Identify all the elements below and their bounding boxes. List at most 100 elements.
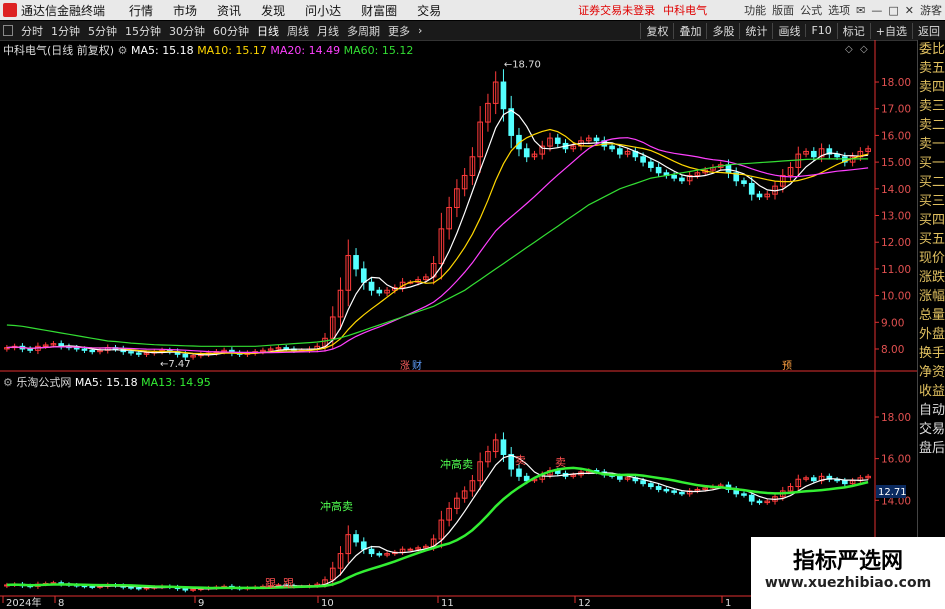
x-tick-label-2: 9 [198, 598, 204, 609]
candle-body-1-48 [376, 553, 383, 556]
side-label-3: 卖三 [918, 99, 945, 114]
side-label-4: 卖二 [918, 118, 945, 133]
side-label-2: 卖四 [918, 80, 945, 95]
signal-label-3: 卖 [555, 456, 566, 469]
candle-body-1-82 [640, 480, 646, 485]
y-tick-label-0-2: 10.00 [881, 291, 911, 303]
marker-yu: 预 [782, 360, 792, 372]
x-tick-label-6: 1 [725, 598, 731, 609]
ma20-line [6, 137, 869, 354]
peak-annotation: ←18.70 [504, 59, 541, 70]
candle-body-0-3 [27, 348, 33, 351]
signal-label-5: 跟 [283, 577, 294, 590]
candle-body-0-48 [376, 289, 383, 294]
side-label-15: 外盘 [918, 327, 945, 342]
side-label-17: 净资 [918, 365, 945, 380]
candle-body-1-47 [368, 548, 375, 555]
candle-body-0-96 [748, 182, 755, 195]
y-tick-label-0-6: 14.00 [881, 184, 911, 196]
candle-body-1-16 [128, 586, 134, 589]
side-label-7: 买二 [918, 175, 945, 190]
signal-label-0: 冲高卖 [320, 499, 353, 513]
price-label-value: 12.71 [878, 487, 907, 498]
candle-body-1-45 [353, 534, 359, 543]
candle-body-1-96 [748, 494, 755, 502]
y-tick-label-0-1: 9.00 [881, 317, 904, 329]
y-tick-label-0-9: 17.00 [881, 104, 911, 116]
y-tick-label-1-3: 18.00 [881, 412, 911, 424]
candle-body-0-46 [360, 268, 367, 283]
marker-zhang: 涨 [400, 360, 410, 372]
candle-body-0-93 [725, 164, 732, 174]
candle-body-1-24 [190, 588, 196, 591]
candle-body-0-82 [640, 156, 646, 163]
candle-body-0-87 [679, 177, 685, 182]
candle-body-0-67 [523, 148, 530, 158]
candle-body-0-10 [81, 348, 88, 351]
candle-body-1-84 [655, 486, 662, 490]
side-label-21: 盘后 [918, 441, 945, 456]
watermark-title: 指标严选网 [792, 549, 903, 574]
candle-body-0-11 [89, 349, 96, 353]
candle-body-0-104 [810, 150, 817, 158]
side-label-6: 买一 [918, 156, 945, 171]
candle-body-1-11 [89, 585, 96, 588]
ma5-line [6, 109, 869, 356]
candle-body-0-95 [741, 180, 747, 184]
candle-body-0-71 [554, 137, 561, 144]
ma10-line [6, 128, 869, 355]
diamond-icon-1: ◇ [845, 44, 853, 55]
candle-body-0-79 [617, 148, 623, 155]
side-label-16: 换手 [918, 346, 945, 361]
sub-ma5-line [6, 454, 869, 590]
candle-body-1-108 [842, 480, 848, 485]
candle-body-1-85 [663, 488, 670, 492]
candle-body-1-52 [407, 548, 414, 551]
diamond-icon-2: ◇ [860, 44, 868, 55]
candle-body-0-17 [135, 352, 142, 355]
side-label-19: 自动 [918, 403, 945, 418]
guest-label[interactable]: 游客 [920, 2, 942, 18]
side-label-5: 卖一 [918, 137, 945, 152]
quote-side-panel: 委比 卖五 卖四 卖三 卖二 卖一 买一 买二 买三 买四 买五 现价 涨跌 涨幅 总量 外盘 换手 净资 收益 自动… [917, 40, 945, 609]
candle-body-0-83 [648, 161, 654, 168]
y-tick-label-0-3: 11.00 [881, 264, 911, 276]
candle-body-1-23 [182, 588, 189, 591]
side-label-10: 买五 [918, 232, 945, 247]
candle-body-0-45 [353, 255, 359, 270]
candle-body-1-95 [741, 493, 747, 496]
sub-ma13-line [6, 466, 869, 590]
chart-canvas[interactable]: 8.00 9.00 10.00 11.00 12.00 13.00 14.00 15.00 16… [0, 0, 917, 609]
side-label-1: 卖五 [918, 61, 945, 76]
candle-body-1-17 [135, 587, 142, 590]
candle-body-1-87 [679, 491, 685, 495]
candle-body-1-64 [500, 439, 507, 455]
y-tick-label-0-10: 18.00 [881, 77, 911, 89]
candle-body-0-23 [182, 353, 189, 358]
candle-body-1-97 [756, 500, 763, 504]
y-tick-label-0-5: 13.00 [881, 211, 911, 223]
candle-body-0-76 [593, 137, 600, 142]
x-tick-label-1: 8 [58, 598, 64, 609]
candle-body-0-65 [508, 108, 515, 136]
candle-body-1-86 [671, 490, 677, 493]
candle-body-0-97 [756, 193, 763, 198]
candle-body-1-83 [648, 483, 654, 488]
y-tick-label-0-8: 16.00 [881, 130, 911, 142]
candle-body-1-65 [508, 453, 515, 470]
candle-body-0-47 [368, 281, 375, 291]
side-label-8: 买三 [918, 194, 945, 209]
candle-body-1-79 [617, 475, 623, 480]
side-label-13: 涨幅 [918, 289, 945, 304]
side-label-20: 交易 [918, 422, 945, 437]
y-tick-label-0-4: 12.00 [881, 237, 911, 249]
signal-label-2: 卖 [515, 454, 526, 467]
candle-body-0-16 [128, 351, 134, 354]
candle-body-1-104 [810, 477, 817, 482]
signal-label-1: 冲高卖 [440, 457, 473, 471]
side-label-0: 委比 [918, 42, 945, 57]
x-tick-label-4: 11 [441, 598, 454, 609]
marker-cai: 财 [412, 359, 422, 372]
candle-body-0-84 [655, 166, 662, 174]
candle-body-0-9 [73, 347, 80, 350]
